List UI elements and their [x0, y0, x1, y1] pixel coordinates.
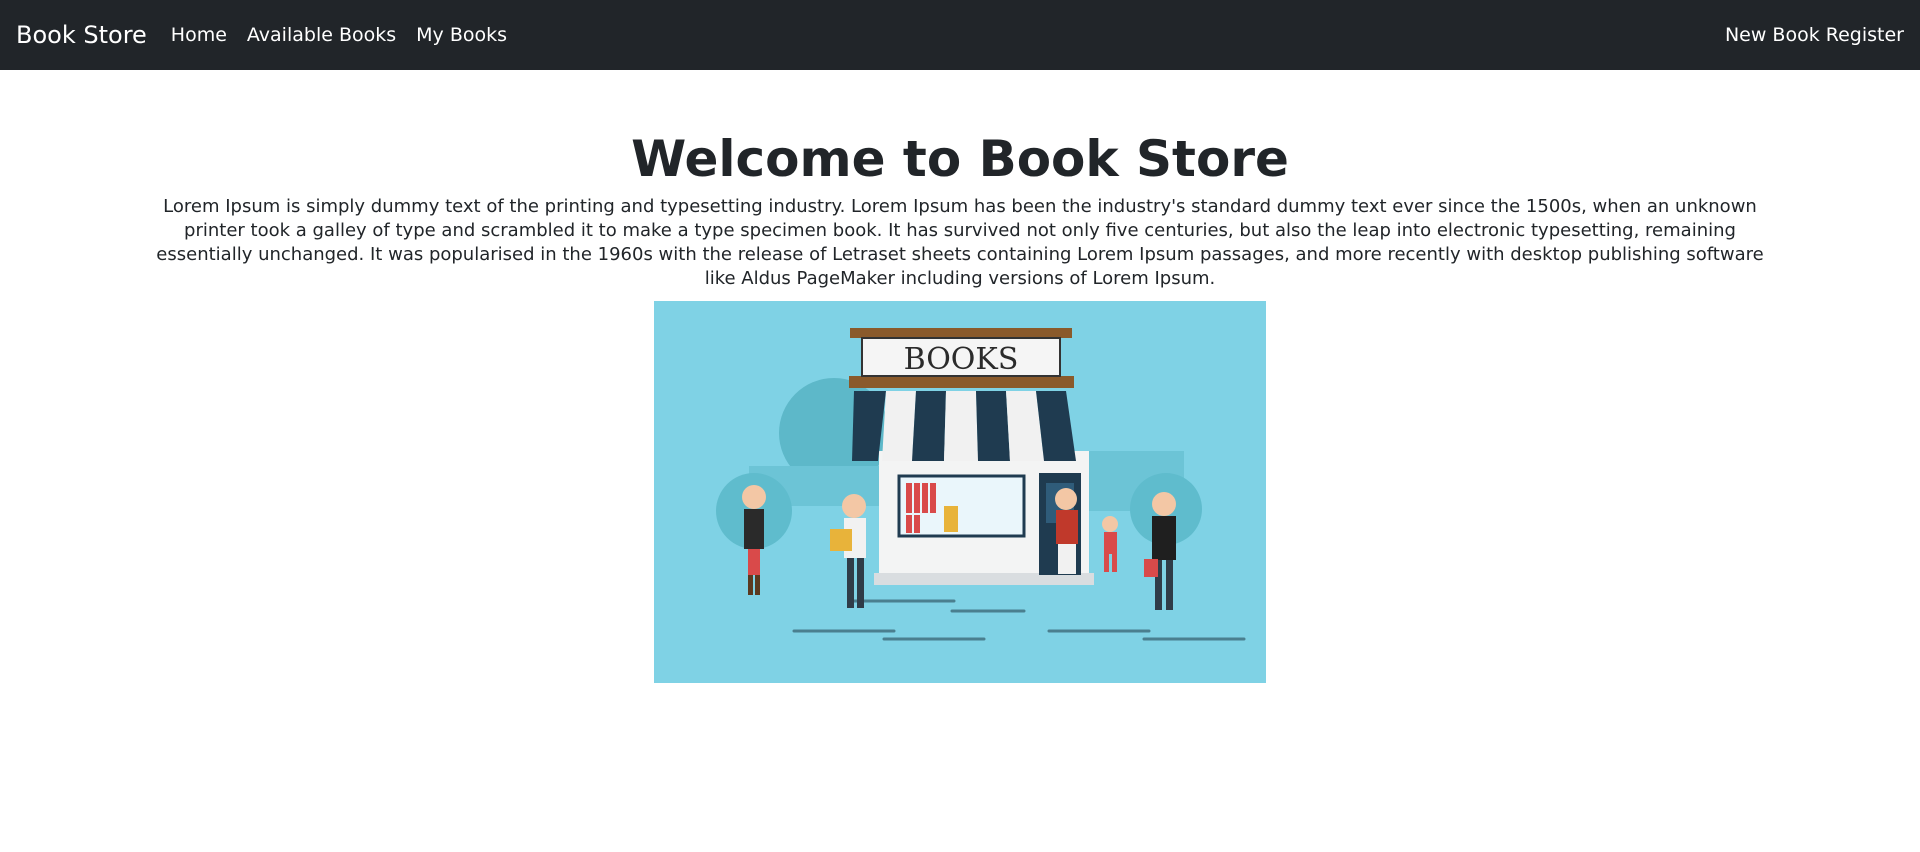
awning-stripes: [852, 391, 1076, 461]
navbar: Book Store Home Available Books My Books…: [0, 0, 1920, 70]
shop-sign-text: BOOKS: [904, 342, 1019, 377]
page-title: Welcome to Book Store: [631, 130, 1289, 188]
person-man-pointing: [1055, 488, 1078, 574]
nav-link-home[interactable]: Home: [171, 24, 227, 46]
page-description: Lorem Ipsum is simply dummy text of the …: [156, 196, 1764, 289]
bookstore-illustration: BOOKS: [654, 301, 1266, 683]
main-content: Welcome to Book Store Lorem Ipsum is sim…: [0, 132, 1920, 683]
brand-link[interactable]: Book Store: [16, 21, 147, 49]
window-book-yellow: [944, 506, 958, 532]
nav-link-available-books[interactable]: Available Books: [247, 24, 396, 46]
sign-top-bar: [850, 328, 1072, 338]
nav-link-new-book-register[interactable]: New Book Register: [1725, 24, 1904, 46]
awning-top-bar: [849, 376, 1074, 388]
nav-link-my-books[interactable]: My Books: [416, 24, 507, 46]
